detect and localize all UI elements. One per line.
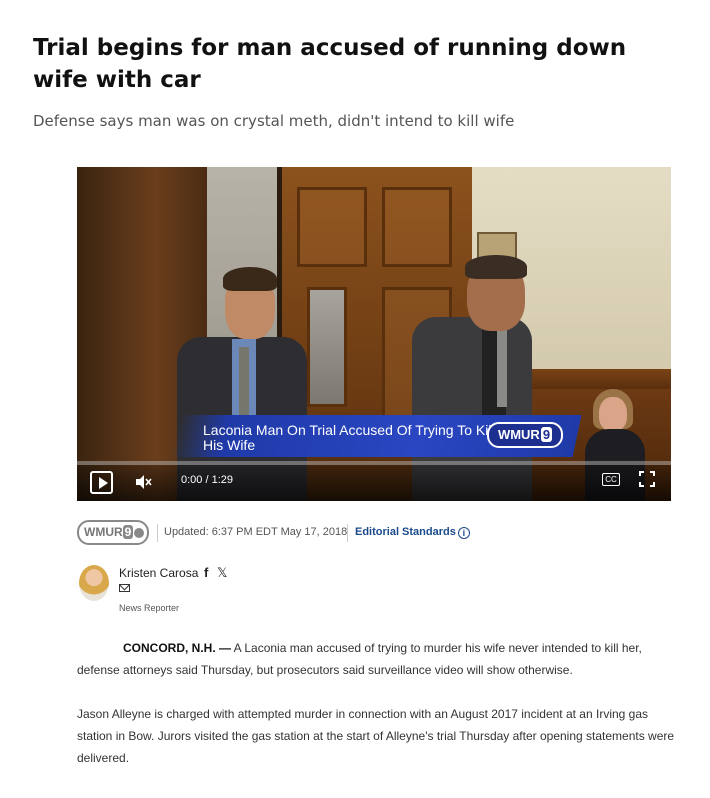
dateline: CONCORD, N.H. — bbox=[123, 641, 231, 655]
lower-third-text: Laconia Man On Trial Accused Of Trying T… bbox=[203, 422, 495, 453]
station-logo[interactable]: WMUR 9 bbox=[77, 520, 149, 545]
video-player[interactable]: Laconia Man On Trial Accused Of Trying T… bbox=[77, 167, 671, 501]
divider bbox=[347, 524, 348, 542]
fullscreen-icon[interactable] bbox=[639, 471, 655, 487]
video-frame: Laconia Man On Trial Accused Of Trying T… bbox=[77, 167, 671, 501]
video-time: 0:00 / 1:29 bbox=[181, 474, 233, 486]
updated-timestamp: Updated: 6:37 PM EDT May 17, 2018 bbox=[164, 526, 348, 538]
author-avatar[interactable] bbox=[79, 565, 109, 601]
author-name[interactable]: Kristen Carosa bbox=[119, 566, 198, 580]
volume-muted-icon[interactable] bbox=[133, 472, 153, 492]
article-paragraph: CONCORD, N.H. — A Laconia man accused of… bbox=[77, 637, 677, 681]
editorial-standards-link[interactable]: Editorial Standards i bbox=[355, 526, 470, 539]
time-total: 1:29 bbox=[211, 474, 234, 486]
article-headline: Trial begins for man accused of running … bbox=[33, 35, 627, 93]
station-bug-number: 9 bbox=[540, 427, 553, 442]
video-controls: 0:00 / 1:29 CC bbox=[77, 461, 671, 501]
time-current: 0:00 bbox=[181, 474, 203, 486]
station-bug: WMUR 9 bbox=[487, 422, 563, 448]
editorial-standards-label: Editorial Standards bbox=[355, 526, 456, 538]
video-progress-bar[interactable] bbox=[77, 461, 671, 465]
play-icon[interactable] bbox=[90, 471, 113, 494]
divider bbox=[157, 524, 158, 542]
closed-captions-icon[interactable]: CC bbox=[602, 473, 620, 486]
email-icon[interactable] bbox=[119, 584, 130, 592]
station-bug-text: WMUR bbox=[497, 427, 540, 442]
paragraph-text: Jason Alleyne is charged with attempted … bbox=[77, 707, 675, 765]
facebook-icon[interactable]: f bbox=[204, 565, 208, 580]
abc-logo-icon bbox=[134, 527, 145, 538]
author-role: News Reporter bbox=[119, 603, 180, 613]
info-icon: i bbox=[457, 527, 470, 539]
station-logo-number: 9 bbox=[122, 525, 134, 539]
station-logo-text: WMUR bbox=[84, 525, 123, 539]
article-subhead: Defense says man was on crystal meth, di… bbox=[33, 112, 515, 130]
author-block: Kristen Carosa f 𝕏 News Reporter bbox=[77, 563, 377, 623]
time-separator: / bbox=[205, 474, 209, 486]
article-paragraph: Jason Alleyne is charged with attempted … bbox=[77, 703, 677, 769]
x-twitter-icon[interactable]: 𝕏 bbox=[217, 565, 227, 581]
